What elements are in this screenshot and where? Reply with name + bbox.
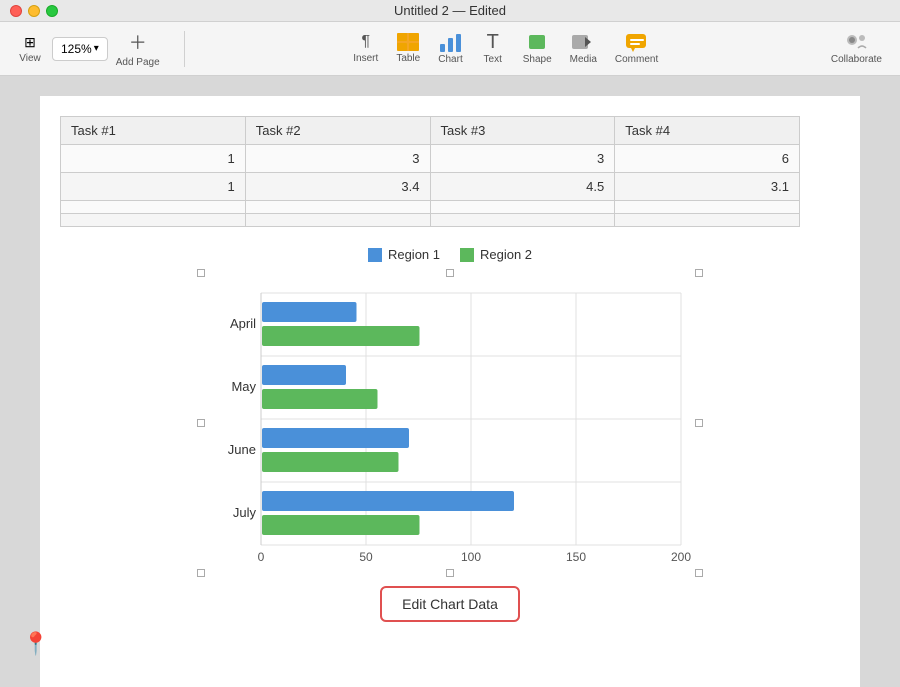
col-header-4: Task #4 bbox=[615, 117, 800, 145]
svg-text:May: May bbox=[231, 379, 256, 394]
table-cell: 4.5 bbox=[430, 173, 615, 201]
table-row[interactable]: 1336 bbox=[61, 145, 800, 173]
table-cell: 6 bbox=[615, 145, 800, 173]
bar-april-r1 bbox=[262, 302, 357, 322]
table-row[interactable] bbox=[61, 214, 800, 227]
svg-text:150: 150 bbox=[566, 550, 586, 564]
table-row[interactable]: 13.44.53.1 bbox=[61, 173, 800, 201]
handle-bm[interactable] bbox=[446, 569, 454, 577]
chart-svg: 0 50 100 150 200 April May June July bbox=[201, 273, 691, 568]
bar-june-r2 bbox=[262, 452, 399, 472]
text-button[interactable]: T Text bbox=[473, 28, 513, 69]
pin-marker: 📍 bbox=[22, 631, 49, 657]
handle-mr[interactable] bbox=[695, 419, 703, 427]
chart-label: Chart bbox=[438, 54, 462, 65]
handle-tr[interactable] bbox=[695, 269, 703, 277]
zoom-value: 125% bbox=[61, 42, 92, 56]
legend-label-region1: Region 1 bbox=[388, 247, 440, 262]
table-cell bbox=[615, 214, 800, 227]
toolbar-divider-1 bbox=[184, 31, 185, 67]
col-header-1: Task #1 bbox=[61, 117, 246, 145]
svg-text:200: 200 bbox=[671, 550, 691, 564]
chart-svg-wrapper: 0 50 100 150 200 April May June July bbox=[200, 272, 700, 574]
traffic-lights bbox=[10, 5, 58, 17]
table-button[interactable]: Table bbox=[388, 28, 428, 69]
table-cell bbox=[245, 214, 430, 227]
insert-label: Insert bbox=[353, 53, 378, 64]
chart-legend: Region 1 Region 2 bbox=[200, 247, 700, 262]
legend-color-region2 bbox=[460, 248, 474, 262]
toolbar-center: ¶ Insert Table Chart bbox=[193, 28, 819, 69]
collaborate-button[interactable]: Collaborate bbox=[823, 28, 890, 69]
bar-june-r1 bbox=[262, 428, 409, 448]
handle-br[interactable] bbox=[695, 569, 703, 577]
media-button[interactable]: Media bbox=[562, 28, 605, 69]
handle-bl[interactable] bbox=[197, 569, 205, 577]
svg-text:50: 50 bbox=[359, 550, 373, 564]
bar-april-r2 bbox=[262, 326, 420, 346]
svg-text:July: July bbox=[233, 505, 257, 520]
svg-text:100: 100 bbox=[461, 550, 481, 564]
col-header-2: Task #2 bbox=[245, 117, 430, 145]
table-row[interactable] bbox=[61, 201, 800, 214]
zoom-button[interactable]: 125% ▾ bbox=[52, 37, 108, 61]
table-cell: 3.4 bbox=[245, 173, 430, 201]
page: Task #1 Task #2 Task #3 Task #4 133613.4… bbox=[40, 96, 860, 687]
shape-label: Shape bbox=[523, 54, 552, 65]
svg-text:0: 0 bbox=[258, 550, 265, 564]
titlebar: Untitled 2 — Edited bbox=[0, 0, 900, 22]
table-cell: 1 bbox=[61, 145, 246, 173]
insert-button[interactable]: ¶ Insert bbox=[345, 28, 386, 69]
svg-text:April: April bbox=[230, 316, 256, 331]
toolbar: ⊞ View 125% ▾ ＋ Add Page ¶ Insert bbox=[0, 22, 900, 76]
canvas: Task #1 Task #2 Task #3 Task #4 133613.4… bbox=[0, 76, 900, 687]
table-cell: 3 bbox=[430, 145, 615, 173]
svg-text:June: June bbox=[228, 442, 256, 457]
chart-container: Region 1 Region 2 bbox=[200, 247, 700, 622]
table-cell bbox=[61, 201, 246, 214]
collaborate-group: Collaborate bbox=[823, 28, 890, 69]
handle-ml[interactable] bbox=[197, 419, 205, 427]
table-label: Table bbox=[396, 53, 420, 64]
handle-tl[interactable] bbox=[197, 269, 205, 277]
view-zoom-group: ⊞ View 125% ▾ ＋ Add Page bbox=[10, 25, 166, 72]
table-cell bbox=[430, 201, 615, 214]
add-page-button[interactable]: ＋ Add Page bbox=[110, 25, 166, 72]
view-button[interactable]: ⊞ View bbox=[10, 30, 50, 68]
legend-label-region2: Region 2 bbox=[480, 247, 532, 262]
close-button[interactable] bbox=[10, 5, 22, 17]
edit-chart-data-button[interactable]: Edit Chart Data bbox=[380, 586, 520, 622]
fullscreen-button[interactable] bbox=[46, 5, 58, 17]
handle-tm[interactable] bbox=[446, 269, 454, 277]
media-label: Media bbox=[570, 54, 597, 65]
table-cell bbox=[430, 214, 615, 227]
data-table[interactable]: Task #1 Task #2 Task #3 Task #4 133613.4… bbox=[60, 116, 800, 227]
table-cell: 3.1 bbox=[615, 173, 800, 201]
shape-button[interactable]: Shape bbox=[515, 28, 560, 69]
window-title: Untitled 2 — Edited bbox=[394, 3, 506, 18]
text-label: Text bbox=[484, 54, 502, 65]
comment-button[interactable]: Comment bbox=[607, 28, 666, 69]
bar-july-r2 bbox=[262, 515, 420, 535]
minimize-button[interactable] bbox=[28, 5, 40, 17]
table-cell bbox=[615, 201, 800, 214]
bar-july-r1 bbox=[262, 491, 514, 511]
table-cell bbox=[245, 201, 430, 214]
legend-region1: Region 1 bbox=[368, 247, 440, 262]
table-cell: 3 bbox=[245, 145, 430, 173]
view-label: View bbox=[19, 53, 41, 64]
col-header-3: Task #3 bbox=[430, 117, 615, 145]
legend-region2: Region 2 bbox=[460, 247, 532, 262]
collaborate-label: Collaborate bbox=[831, 54, 882, 65]
table-cell: 1 bbox=[61, 173, 246, 201]
table-cell bbox=[61, 214, 246, 227]
comment-label: Comment bbox=[615, 54, 658, 65]
bar-may-r1 bbox=[262, 365, 346, 385]
chart-button[interactable]: Chart bbox=[430, 28, 470, 69]
add-page-label: Add Page bbox=[116, 57, 160, 68]
bar-may-r2 bbox=[262, 389, 378, 409]
legend-color-region1 bbox=[368, 248, 382, 262]
